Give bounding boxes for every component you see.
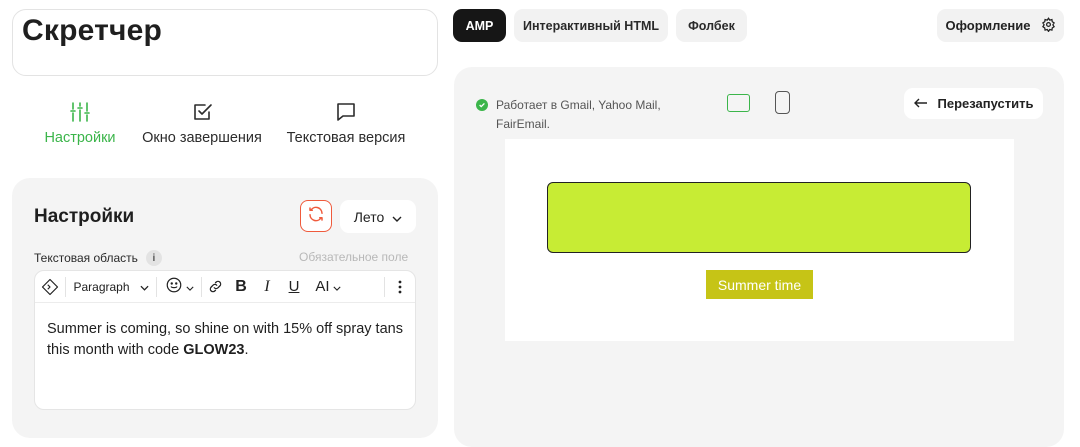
tab-interactive-html[interactable]: Интерактивный HTML xyxy=(514,9,668,42)
tab-settings-label: Настройки xyxy=(44,130,116,146)
tab-text-version-label: Текстовая версия xyxy=(286,130,406,146)
chevron-down-icon xyxy=(185,280,194,294)
required-hint: Обязательное поле xyxy=(299,250,409,264)
tab-settings[interactable]: Настройки xyxy=(40,100,120,146)
settings-title: Настройки xyxy=(34,206,135,227)
email-cta-button[interactable]: Summer time xyxy=(706,270,813,299)
restart-button[interactable]: Перезапустить xyxy=(904,88,1043,119)
chevron-down-icon xyxy=(332,278,341,295)
gear-icon xyxy=(1041,16,1056,35)
ai-button-label: AI xyxy=(315,278,330,295)
design-button-label: Оформление xyxy=(945,18,1031,33)
info-icon[interactable]: i xyxy=(145,250,162,266)
text-area-label: Текстовая область i xyxy=(34,250,162,266)
variable-icon[interactable] xyxy=(35,271,65,303)
more-icon[interactable] xyxy=(385,271,415,303)
italic-button[interactable]: I xyxy=(254,271,280,303)
editor-toolbar: Paragraph B I U AI xyxy=(35,271,415,303)
restart-button-label: Перезапустить xyxy=(937,96,1034,111)
underline-button[interactable]: U xyxy=(280,271,308,303)
season-select[interactable]: Лето xyxy=(340,200,416,233)
tab-finish-window[interactable]: Окно завершения xyxy=(138,100,266,146)
bold-button[interactable]: B xyxy=(228,271,254,303)
link-icon[interactable] xyxy=(202,271,228,303)
sliders-icon xyxy=(40,100,120,124)
scratch-area[interactable] xyxy=(547,182,971,253)
editor-content[interactable]: Summer is coming, so shine on with 15% o… xyxy=(47,319,407,361)
tab-amp[interactable]: AMP xyxy=(453,9,506,42)
refresh-icon xyxy=(307,205,325,228)
template-selector-title: Скретчер xyxy=(22,14,163,47)
ai-button[interactable]: AI xyxy=(308,271,348,303)
compatibility-text: Работает в Gmail, Yahoo Mail, FairEmail. xyxy=(496,98,661,131)
desktop-view-icon[interactable] xyxy=(727,94,750,112)
design-button[interactable]: Оформление xyxy=(937,9,1064,42)
message-icon xyxy=(281,100,411,124)
editor-text-end: . xyxy=(244,342,249,358)
emoji-button[interactable] xyxy=(157,271,201,303)
check-circle-icon xyxy=(476,99,488,111)
paragraph-select-value: Paragraph xyxy=(73,279,130,294)
chevron-down-icon xyxy=(139,280,149,294)
checkbox-icon xyxy=(138,100,266,124)
tab-text-version[interactable]: Текстовая версия xyxy=(281,100,411,146)
emoji-icon xyxy=(165,276,183,297)
arrow-left-icon xyxy=(913,96,928,111)
text-area-label-text: Текстовая область xyxy=(34,251,138,265)
refresh-button[interactable] xyxy=(300,200,332,232)
promo-code: GLOW23 xyxy=(183,342,245,358)
paragraph-select[interactable]: Paragraph xyxy=(66,271,156,303)
compatibility-note: Работает в Gmail, Yahoo Mail, FairEmail. xyxy=(476,96,676,134)
chevron-down-icon xyxy=(392,209,402,225)
tab-finish-window-label: Окно завершения xyxy=(142,130,262,146)
season-select-value: Лето xyxy=(353,208,385,225)
tab-fallback[interactable]: Фолбек xyxy=(676,9,747,42)
mobile-view-icon[interactable] xyxy=(775,91,790,114)
